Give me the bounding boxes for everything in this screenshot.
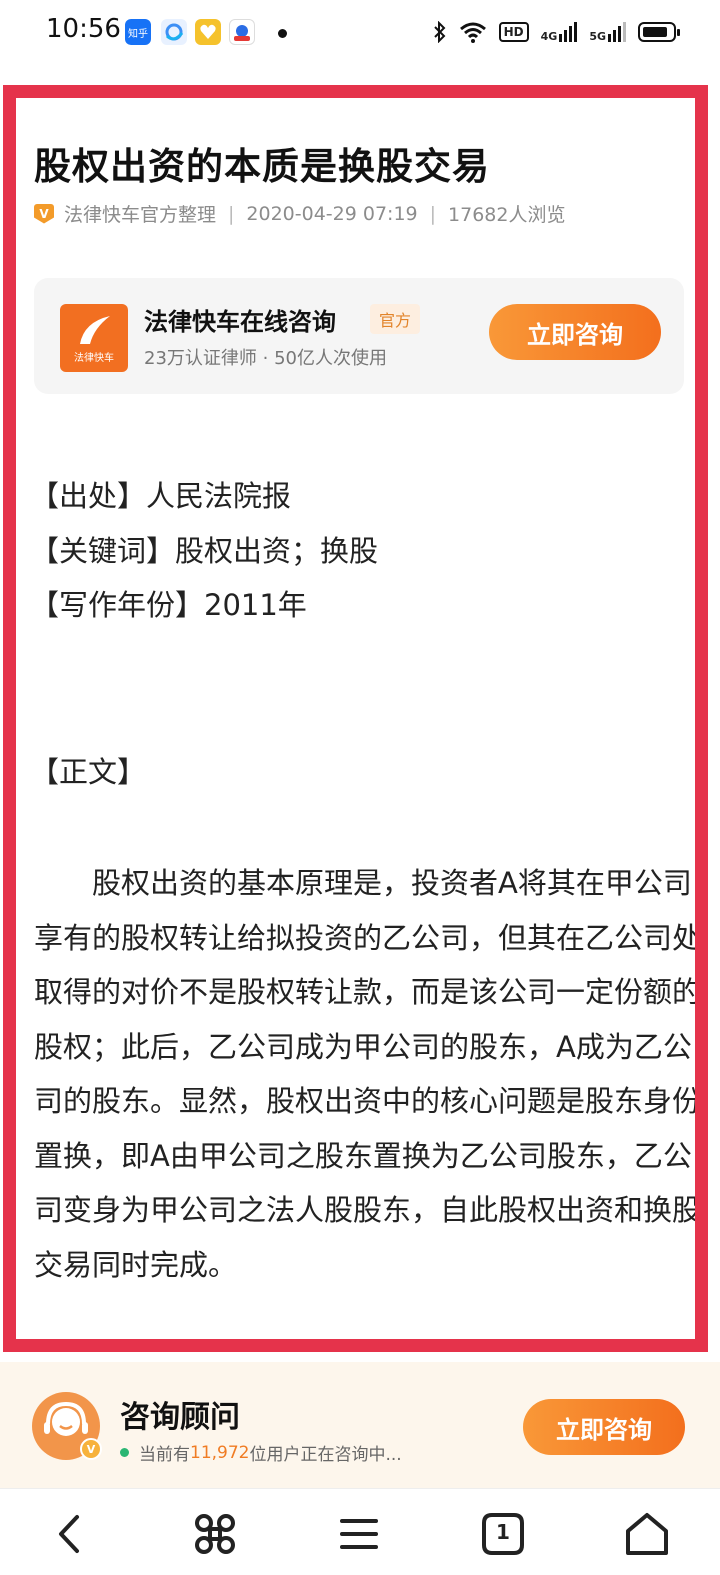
article-views: 17682人浏览 — [448, 204, 566, 226]
tab-count: 1 — [496, 1520, 510, 1544]
official-badge: 官方 — [370, 304, 421, 334]
source-line: 【出处】人民法院报 — [30, 479, 292, 513]
article-meta: V 法律快车官方整理 | 2020-04-29 07:19 | 17682人浏览 — [34, 200, 566, 227]
battery-icon — [638, 22, 680, 42]
hd-icon: HD — [498, 22, 529, 42]
bluetooth-icon — [433, 21, 446, 43]
consult-status: 当前有 11,972 位用户正在咨询中... — [120, 1440, 402, 1465]
keywords-line: 【关键词】股权出资；换股 — [30, 534, 379, 568]
promo-card[interactable]: 法律快车 法律快车在线咨询 官方 23万认证律师 · 50亿人次使用 立即咨询 — [34, 278, 684, 394]
verified-badge-icon: V — [80, 1438, 102, 1460]
article-date: 2020-04-29 07:19 — [246, 202, 418, 225]
year-line: 【写作年份】2011年 — [30, 588, 307, 622]
consult-now-button[interactable]: 立即咨询 — [489, 304, 661, 360]
highlight-frame: 股权出资的本质是换股交易 V 法律快车官方整理 | 2020-04-29 07:… — [3, 85, 708, 1352]
browser-nav-bar: 1 — [0, 1488, 720, 1575]
meta-divider: | — [228, 202, 235, 225]
status-bar: 10:56 知乎 HD 4G 5G — [0, 0, 720, 64]
lawtime-logo: 法律快车 — [60, 304, 128, 372]
notification-dot — [278, 29, 287, 38]
browser-app-icon — [161, 19, 187, 45]
consult-bar: V 咨询顾问 当前有 11,972 位用户正在咨询中... 立即咨询 — [0, 1362, 720, 1488]
baidu-app-icon — [229, 19, 255, 45]
home-icon[interactable] — [622, 1509, 672, 1559]
promo-subtitle: 23万认证律师 · 50亿人次使用 — [144, 348, 387, 369]
consult-suffix: 位用户正在咨询中... — [249, 1445, 402, 1465]
article-source: 法律快车官方整理 — [64, 204, 217, 226]
consult-now-button-bottom[interactable]: 立即咨询 — [523, 1399, 685, 1455]
heart-app-icon — [195, 19, 221, 45]
meta-divider: | — [429, 202, 437, 225]
verified-icon: V — [34, 203, 54, 224]
article-paragraph: 股权出资的基本原理是，投资者A将其在甲公司享有的股权转让给拟投资的乙公司，但其在… — [34, 866, 702, 1282]
zhihu-app-icon: 知乎 — [125, 19, 151, 45]
signal-5g-icon: 5G — [589, 22, 626, 42]
status-time: 10:56 — [46, 14, 121, 44]
promo-name: 法律快车在线咨询 — [144, 308, 336, 336]
signal-4g-icon: 4G — [541, 22, 578, 42]
menu-icon[interactable] — [334, 1509, 384, 1559]
command-icon[interactable] — [190, 1509, 240, 1559]
consult-title: 咨询顾问 — [120, 1400, 240, 1435]
article-title: 股权出资的本质是换股交易 — [34, 145, 490, 188]
tabs-button[interactable]: 1 — [478, 1509, 528, 1559]
status-indicators: HD 4G 5G — [433, 16, 680, 48]
consult-prefix: 当前有 — [139, 1445, 190, 1465]
back-icon[interactable] — [47, 1509, 97, 1559]
wifi-icon — [459, 22, 486, 43]
online-dot-icon — [120, 1448, 129, 1457]
body-heading: 【正文】 — [30, 755, 147, 789]
consult-count: 11,972 — [190, 1442, 250, 1463]
